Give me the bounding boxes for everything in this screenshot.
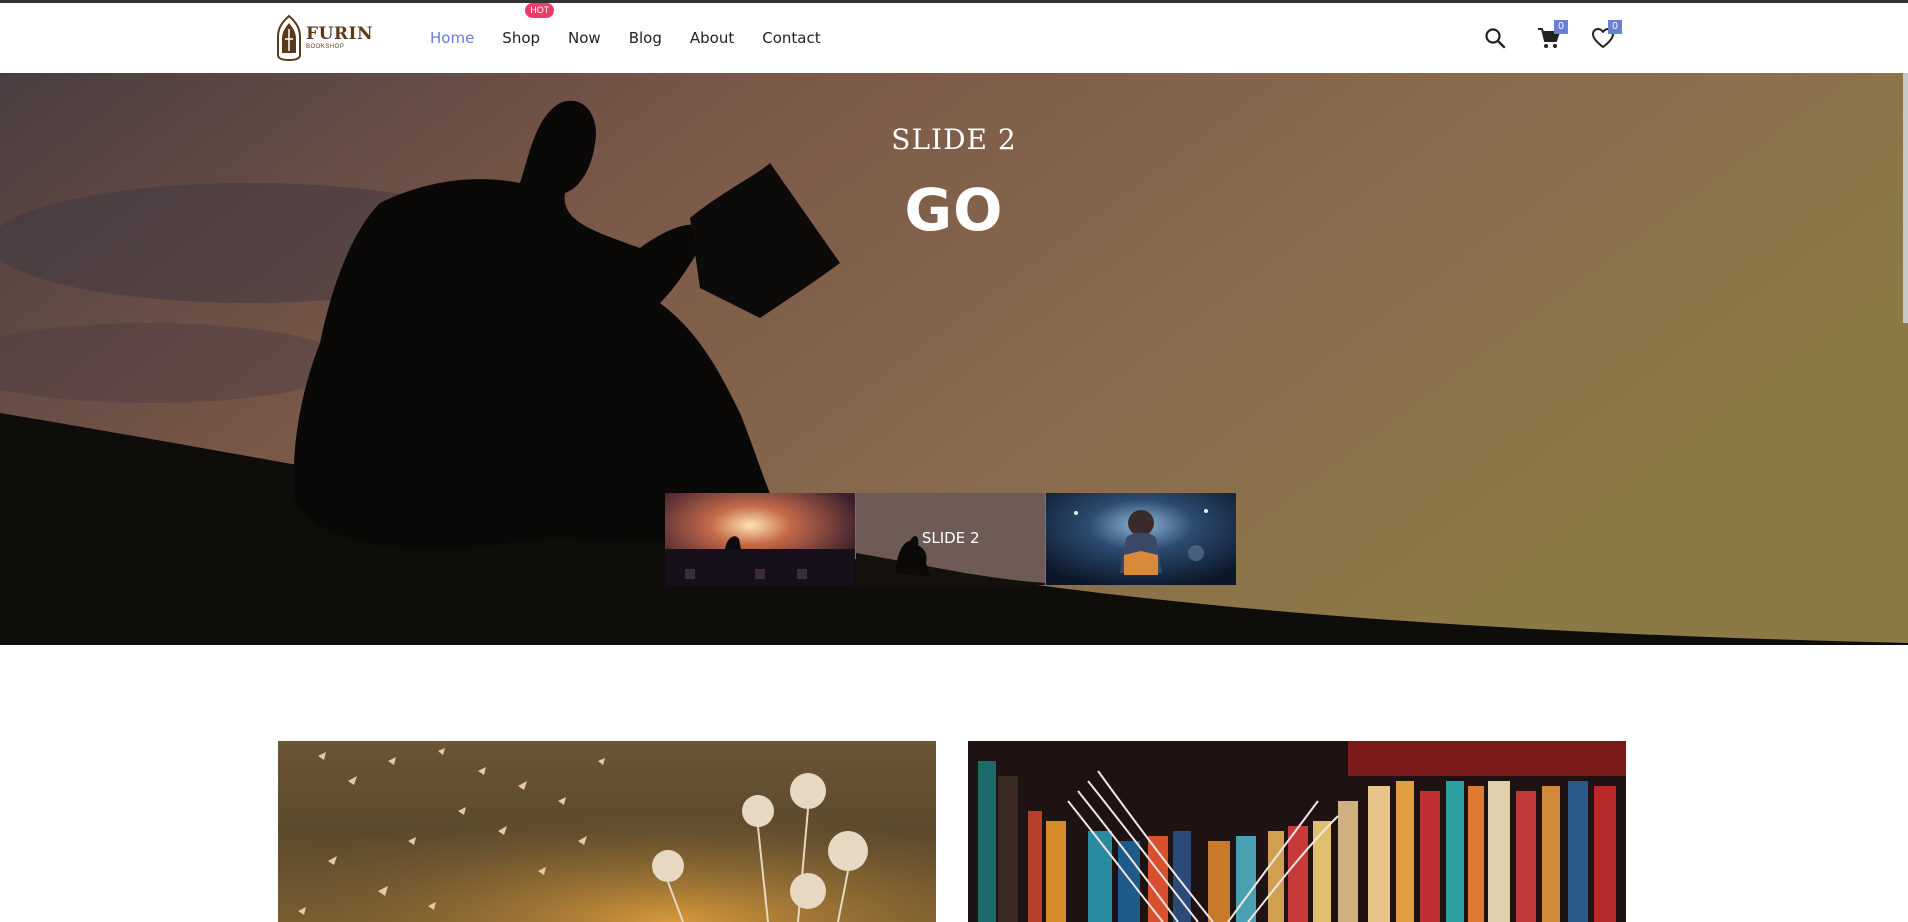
cart-button[interactable]: 0 [1534, 20, 1568, 53]
banner-card-left[interactable] [278, 741, 936, 922]
slide-thumbnail-2[interactable]: SLIDE 2 [855, 493, 1046, 585]
banner-image [968, 741, 1626, 922]
slider-thumbnails: SLIDE 2 [665, 493, 1237, 585]
cart-count-badge: 0 [1554, 20, 1568, 34]
nav-shop-label: Shop [502, 29, 541, 47]
nav-blog[interactable]: Blog [629, 28, 662, 48]
nav-contact[interactable]: Contact [762, 28, 820, 48]
slide-thumbnail-3[interactable] [1046, 493, 1237, 585]
banner-image [278, 741, 936, 922]
nav-home[interactable]: Home [430, 28, 474, 48]
scrollbar[interactable] [1903, 73, 1908, 323]
banner-cards [278, 741, 1626, 922]
logo-icon [277, 15, 301, 61]
hot-badge: HOT [525, 3, 555, 18]
wishlist-button[interactable]: 0 [1588, 20, 1622, 53]
thumbnail-image [665, 493, 855, 585]
wishlist-count-badge: 0 [1608, 20, 1622, 34]
search-button[interactable] [1480, 23, 1510, 53]
hero-slider: SLIDE 2 GO SLIDE 2 [0, 73, 1908, 645]
header-icons: 0 0 [1480, 3, 1642, 73]
logo[interactable]: FURIN BOOKSHOP [276, 14, 376, 62]
nav-now[interactable]: Now [568, 28, 601, 48]
thumbnail-label: SLIDE 2 [921, 529, 980, 547]
banner-card-right[interactable] [968, 741, 1626, 922]
slide-title: GO [904, 176, 1004, 244]
thumbnail-image [1046, 493, 1237, 585]
main-nav: Home Shop HOT Now Blog About Contact [430, 3, 849, 73]
site-header: FURIN BOOKSHOP Home Shop HOT Now Blog Ab… [0, 3, 1908, 73]
slide-subtitle: SLIDE 2 [891, 123, 1017, 156]
search-icon [1485, 28, 1506, 49]
logo-subtitle: BOOKSHOP [306, 44, 345, 50]
nav-about[interactable]: About [690, 28, 734, 48]
slide-thumbnail-1[interactable] [665, 493, 855, 585]
logo-name: FURIN [306, 24, 374, 44]
nav-shop[interactable]: Shop HOT [502, 3, 555, 48]
